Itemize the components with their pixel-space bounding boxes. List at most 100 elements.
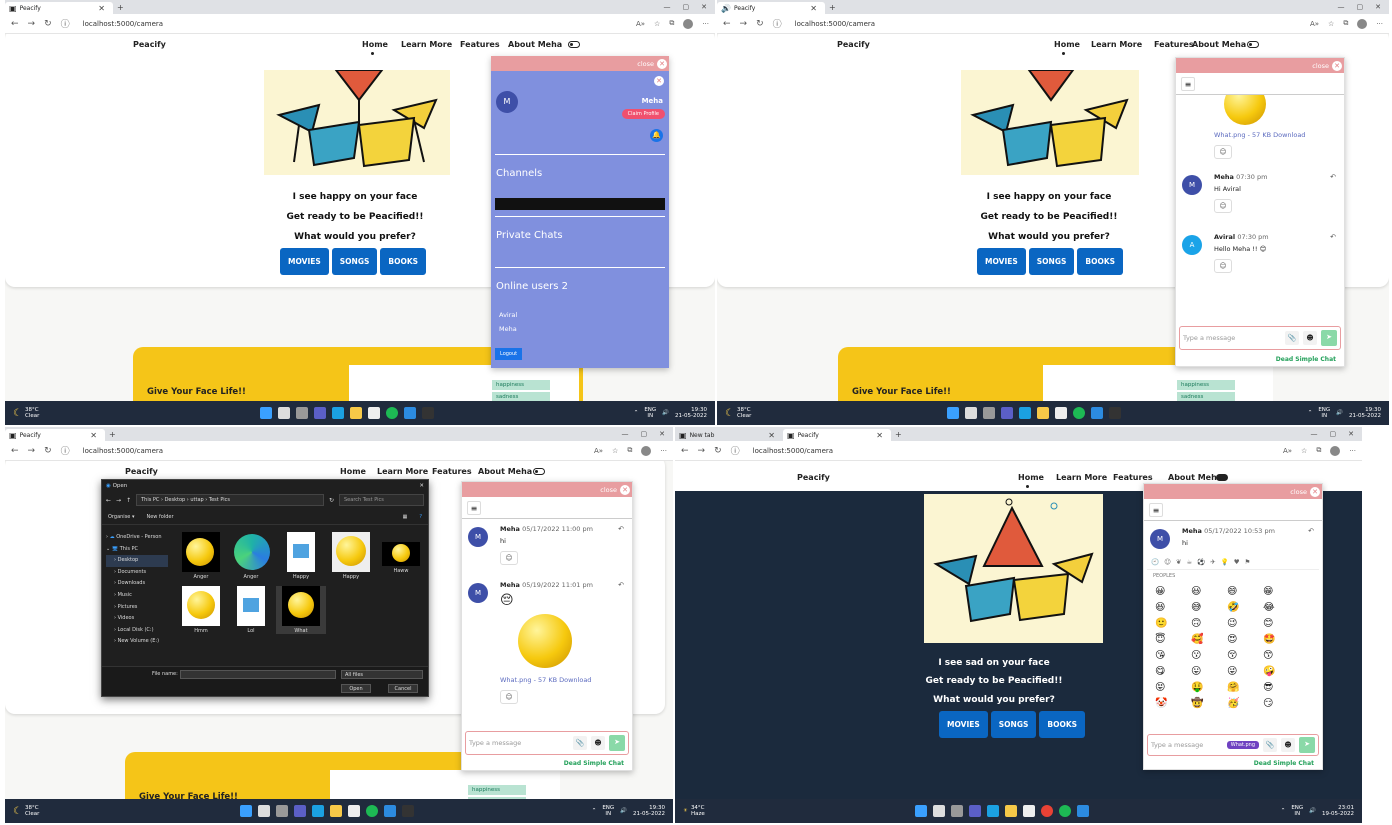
emoji-option[interactable]: 🤪 [1263, 666, 1299, 677]
spotify-icon[interactable] [366, 805, 378, 817]
url-field[interactable]: localhost:5000/camera [753, 447, 833, 455]
emoji-option[interactable]: 🙂 [1155, 618, 1191, 629]
close-icon[interactable]: ✕ [620, 484, 630, 495]
nav-features[interactable]: Features [460, 40, 500, 49]
minimize-icon[interactable]: — [1338, 3, 1345, 11]
logout-button[interactable]: Logout [495, 348, 523, 360]
file-item[interactable]: Anger [176, 532, 226, 580]
volume-icon[interactable]: 🔊 [662, 410, 669, 416]
send-button[interactable]: ➤ [609, 735, 625, 751]
vscode-icon[interactable] [384, 805, 396, 817]
online-user[interactable]: Aviral [499, 311, 517, 319]
emoji-icon[interactable]: ☻ [1303, 331, 1317, 345]
tab-peacify[interactable]: ▣ Peacify ✕ [783, 429, 891, 441]
private-chats-heading[interactable]: Private Chats [496, 230, 563, 241]
taskview-icon[interactable] [983, 407, 995, 419]
spotify-icon[interactable] [1059, 805, 1071, 817]
forward-icon[interactable]: → [116, 497, 121, 504]
message-input[interactable]: Type a message What.png 📎 ☻ ➤ [1147, 734, 1319, 756]
new-folder-button[interactable]: New folder [146, 514, 173, 520]
search-icon[interactable] [258, 805, 270, 817]
send-button[interactable]: ➤ [1299, 737, 1315, 753]
songs-button[interactable]: SONGS [331, 248, 378, 275]
close-icon[interactable]: ✕ [657, 58, 667, 69]
explorer-icon[interactable] [350, 407, 362, 419]
close-tab-icon[interactable]: ✕ [806, 4, 821, 13]
nav-about[interactable]: About Meha [508, 40, 562, 49]
close-label[interactable]: close [1312, 62, 1329, 70]
emoji-option[interactable]: 😇 [1155, 634, 1191, 645]
objects-icon[interactable]: 💡 [1221, 558, 1229, 566]
attach-icon[interactable]: 📎 [1263, 738, 1277, 752]
avatar[interactable] [1357, 18, 1368, 29]
avatar[interactable] [641, 445, 652, 456]
taskview-icon[interactable] [276, 805, 288, 817]
travel-icon[interactable]: ✈ [1210, 558, 1215, 566]
edge-icon[interactable] [312, 805, 324, 817]
emoji-option[interactable]: 😊 [1263, 618, 1299, 629]
nav-features[interactable]: Features [1154, 40, 1194, 49]
start-icon[interactable] [915, 805, 927, 817]
file-item[interactable]: Haww [376, 532, 426, 580]
back-icon[interactable]: ← [106, 497, 111, 504]
theme-toggle[interactable] [533, 468, 545, 475]
channels-heading[interactable]: Channels [496, 168, 542, 179]
emoji-icon[interactable]: ☻ [1281, 738, 1295, 752]
tree-item[interactable]: › Downloads [106, 578, 168, 590]
emoji-option[interactable]: 😙 [1263, 650, 1299, 661]
nav-home[interactable]: Home [340, 467, 366, 476]
emoji-option[interactable]: 😗 [1191, 650, 1227, 661]
reload-icon[interactable]: ↻ [44, 446, 52, 456]
close-window-icon[interactable]: ✕ [701, 3, 707, 11]
terminal-icon[interactable] [422, 407, 434, 419]
message-input[interactable]: Type a message 📎 ☻ ➤ [465, 731, 629, 755]
brand[interactable]: Peacify [837, 40, 870, 49]
tree-item[interactable]: › Videos [106, 613, 168, 625]
file-download-link[interactable]: What.png - 57 KB Download [500, 676, 632, 684]
notification-bell-icon[interactable]: 🔔 [650, 129, 663, 142]
nav-home[interactable]: Home [1054, 40, 1080, 49]
vscode-icon[interactable] [1091, 407, 1103, 419]
emoji-option[interactable]: 😏 [1263, 698, 1299, 709]
store-icon[interactable] [1055, 407, 1067, 419]
chat-branding[interactable]: Dead Simple Chat [1276, 356, 1336, 363]
search-input[interactable]: Search Test Pics [339, 494, 424, 506]
symbols-icon[interactable]: ♥ [1234, 558, 1240, 566]
claim-profile-button[interactable]: Claim Profile [621, 109, 665, 119]
edge-icon[interactable] [1019, 407, 1031, 419]
forward-icon[interactable]: → [698, 446, 706, 456]
emoji-option[interactable]: 😆 [1155, 602, 1191, 613]
image-attachment[interactable] [1214, 95, 1274, 131]
back-icon[interactable]: ← [11, 19, 19, 29]
emoji-option[interactable]: 🤠 [1191, 698, 1227, 709]
up-icon[interactable]: ↑ [126, 497, 131, 504]
online-user[interactable]: Meha [499, 325, 517, 333]
tree-item[interactable]: › New Volume (E:) [106, 636, 168, 648]
filename-input[interactable] [180, 670, 336, 679]
emoji-option[interactable]: 🤗 [1227, 682, 1263, 693]
emoji-option[interactable]: 😛 [1191, 666, 1227, 677]
chat-branding[interactable]: Dead Simple Chat [564, 760, 624, 767]
read-aloud-icon[interactable]: A» [636, 20, 645, 28]
brand[interactable]: Peacify [797, 473, 830, 482]
emoji-option[interactable]: 🤡 [1155, 698, 1191, 709]
emoji-option[interactable]: 😃 [1191, 586, 1227, 597]
file-item[interactable]: Anger [226, 532, 276, 580]
send-button[interactable]: ➤ [1321, 330, 1337, 346]
start-icon[interactable] [947, 407, 959, 419]
nav-learn-more[interactable]: Learn More [1056, 473, 1107, 482]
recent-icon[interactable]: 🕘 [1151, 558, 1159, 566]
file-download-link[interactable]: What.png - 57 KB Download [1214, 131, 1344, 139]
tree-item[interactable]: › Local Disk (C:) [106, 625, 168, 637]
path-bar[interactable]: This PC › Desktop › uttap › Test Pics [136, 494, 324, 506]
new-tab-icon[interactable]: + [825, 3, 840, 12]
movies-button[interactable]: MOVIES [977, 248, 1026, 275]
brand[interactable]: Peacify [125, 467, 158, 476]
search-icon[interactable] [933, 805, 945, 817]
edge-icon[interactable] [987, 805, 999, 817]
tree-item[interactable]: › Desktop [106, 555, 168, 567]
emoji-option[interactable]: 😀 [1155, 586, 1191, 597]
emoji-option[interactable]: 😝 [1155, 682, 1191, 693]
add-reaction-icon[interactable]: ☺ [1214, 259, 1232, 273]
nature-icon[interactable]: ❦ [1176, 558, 1181, 566]
